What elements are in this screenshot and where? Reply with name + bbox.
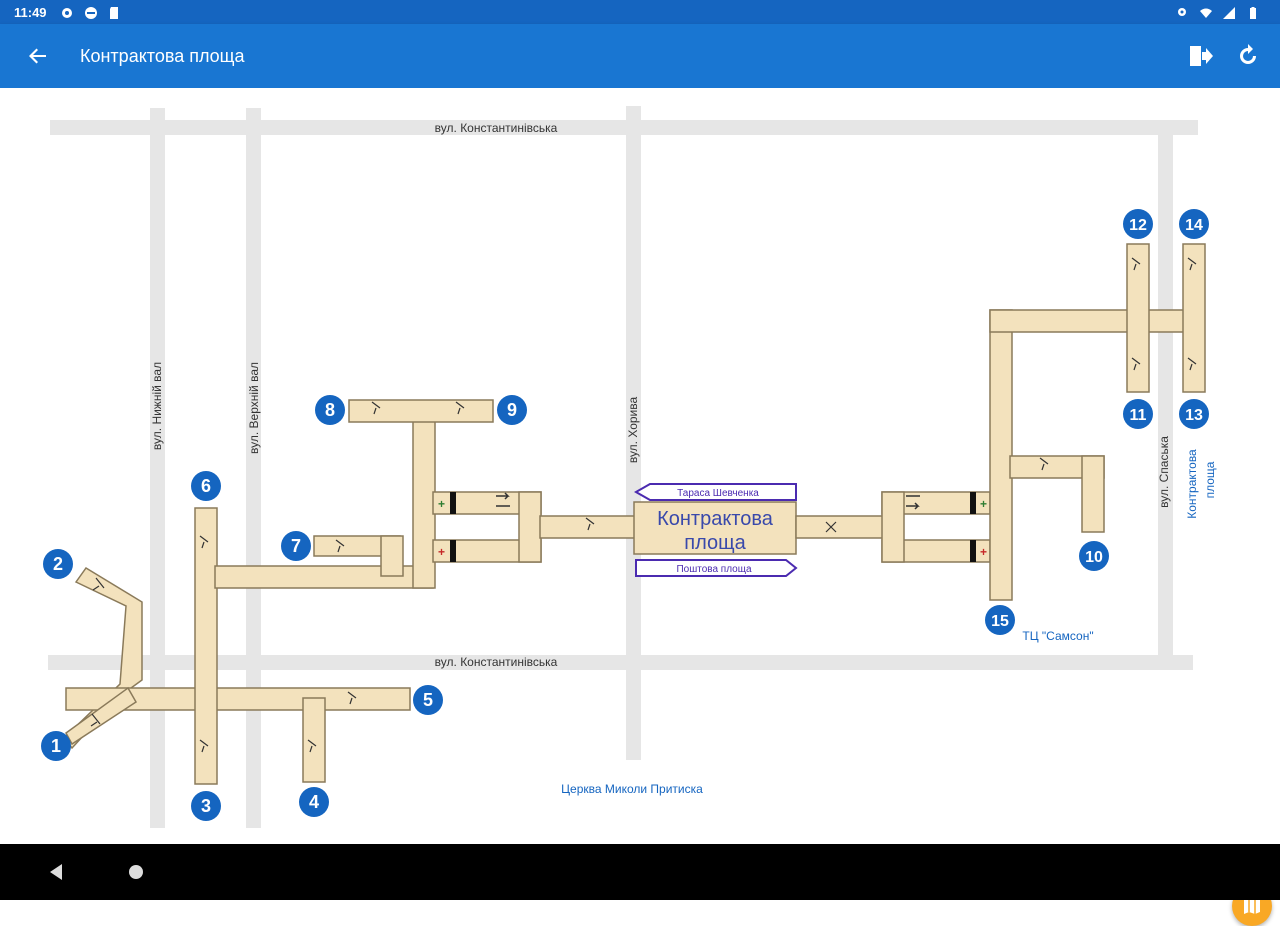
tunnel-right-vestibule-link bbox=[881, 491, 905, 563]
landmark-kontraktova-side-2: площа bbox=[1203, 461, 1217, 498]
exit-badge-label-14: 14 bbox=[1185, 217, 1203, 234]
tunnel-exit-14-13 bbox=[1182, 243, 1206, 393]
exit-badge-label-13: 13 bbox=[1185, 407, 1203, 424]
street-label-nyzhnii-val: вул. Нижній вал bbox=[150, 362, 164, 450]
tunnel-exit-10 bbox=[1081, 455, 1105, 533]
exit-badge-label-2: 2 bbox=[53, 554, 63, 574]
tunnel-vertical-8-9 bbox=[412, 405, 436, 589]
station-name-line2: площа bbox=[684, 532, 746, 554]
nav-home-icon[interactable] bbox=[124, 860, 148, 884]
tunnel-exit-12-11 bbox=[1126, 243, 1150, 393]
direction-down-label: Поштова площа bbox=[676, 564, 751, 575]
exit-badge-label-7: 7 bbox=[291, 536, 301, 556]
street-spaska bbox=[1158, 133, 1173, 663]
tunnel-right-vertical bbox=[989, 309, 1013, 601]
exit-badge-label-12: 12 bbox=[1129, 217, 1147, 234]
app-bar: Контрактова площа bbox=[0, 24, 1280, 88]
page-title: Контрактова площа bbox=[80, 46, 245, 66]
turnstile-icon bbox=[450, 540, 456, 562]
street-verkhnii-val bbox=[246, 108, 261, 828]
street-konstantynivska-bottom bbox=[48, 655, 1193, 670]
exit-badge-label-5: 5 bbox=[423, 690, 433, 710]
exit-minus-icon: + bbox=[438, 545, 445, 559]
street-konstantynivska-top bbox=[50, 120, 1198, 135]
station-name-line1: Контрактова bbox=[657, 508, 774, 530]
landmark-tc-samson: ТЦ "Самсон" bbox=[1022, 629, 1093, 643]
exit-door-icon[interactable] bbox=[1184, 40, 1216, 72]
turnstile-icon bbox=[450, 492, 456, 514]
tunnel-exit-8-9 bbox=[348, 399, 494, 423]
signal-icon bbox=[1223, 6, 1236, 19]
tunnel-exit-7-connector bbox=[380, 535, 404, 577]
exit-badge-label-15: 15 bbox=[991, 613, 1009, 630]
entry-plus-icon: + bbox=[980, 497, 987, 511]
refresh-icon[interactable] bbox=[1232, 40, 1264, 72]
status-left-icons bbox=[60, 4, 127, 20]
nav-back-icon[interactable] bbox=[44, 860, 68, 884]
turnstile-icon bbox=[970, 492, 976, 514]
exit-badge-label-6: 6 bbox=[201, 476, 211, 496]
battery-icon bbox=[1250, 6, 1256, 19]
back-arrow-icon[interactable] bbox=[22, 40, 54, 72]
settings-icon bbox=[62, 7, 72, 18]
street-label-khoryva: вул. Хорива bbox=[626, 397, 640, 464]
street-nyzhnii-val bbox=[150, 108, 165, 828]
street-label-verkhnii-val: вул. Верхній вал bbox=[247, 362, 261, 454]
do-not-disturb-icon bbox=[84, 6, 97, 19]
status-bar: 11:49 bbox=[0, 0, 1280, 24]
exit-badge-label-9: 9 bbox=[507, 400, 517, 420]
landmark-kontraktova-side-1: Контрактова bbox=[1185, 449, 1199, 519]
exit-badge-label-1: 1 bbox=[51, 736, 61, 756]
tunnel-top-right-corridor bbox=[989, 309, 1191, 333]
street-label-konstantynivska-bottom: вул. Константинівська bbox=[435, 655, 558, 669]
wifi-icon bbox=[1199, 8, 1212, 18]
location-icon bbox=[1178, 7, 1187, 16]
exit-badge-label-4: 4 bbox=[309, 792, 319, 812]
sd-card-icon bbox=[110, 6, 119, 19]
status-right-icons bbox=[1175, 4, 1266, 20]
exit-badge-label-11: 11 bbox=[1130, 407, 1147, 424]
system-nav-bar bbox=[0, 844, 1280, 900]
exit-minus-icon: + bbox=[980, 545, 987, 559]
tunnel-left-vestibule-link bbox=[518, 491, 542, 563]
status-time: 11:49 bbox=[14, 5, 47, 20]
street-label-konstantynivska-top: вул. Константинівська bbox=[435, 121, 558, 135]
exit-badge-label-3: 3 bbox=[201, 796, 211, 816]
street-label-spaska: вул. Спаська bbox=[1157, 436, 1171, 508]
entry-plus-icon: + bbox=[438, 497, 445, 511]
exit-badge-label-10: 10 bbox=[1085, 549, 1103, 566]
tunnel-exit-6-3 bbox=[194, 507, 218, 785]
exit-badge-label-8: 8 bbox=[325, 400, 335, 420]
tunnel-to-station-right bbox=[795, 515, 885, 539]
metro-station-map: вул. Константинівська вул. Константинівс… bbox=[30, 96, 1250, 841]
landmark-church: Церква Миколи Притиска bbox=[561, 782, 703, 796]
direction-up-label: Тараса Шевченка bbox=[677, 488, 759, 499]
map-area: вул. Константинівська вул. Константинівс… bbox=[0, 88, 1280, 926]
turnstile-icon bbox=[970, 540, 976, 562]
tunnel-exit-4 bbox=[302, 697, 326, 783]
